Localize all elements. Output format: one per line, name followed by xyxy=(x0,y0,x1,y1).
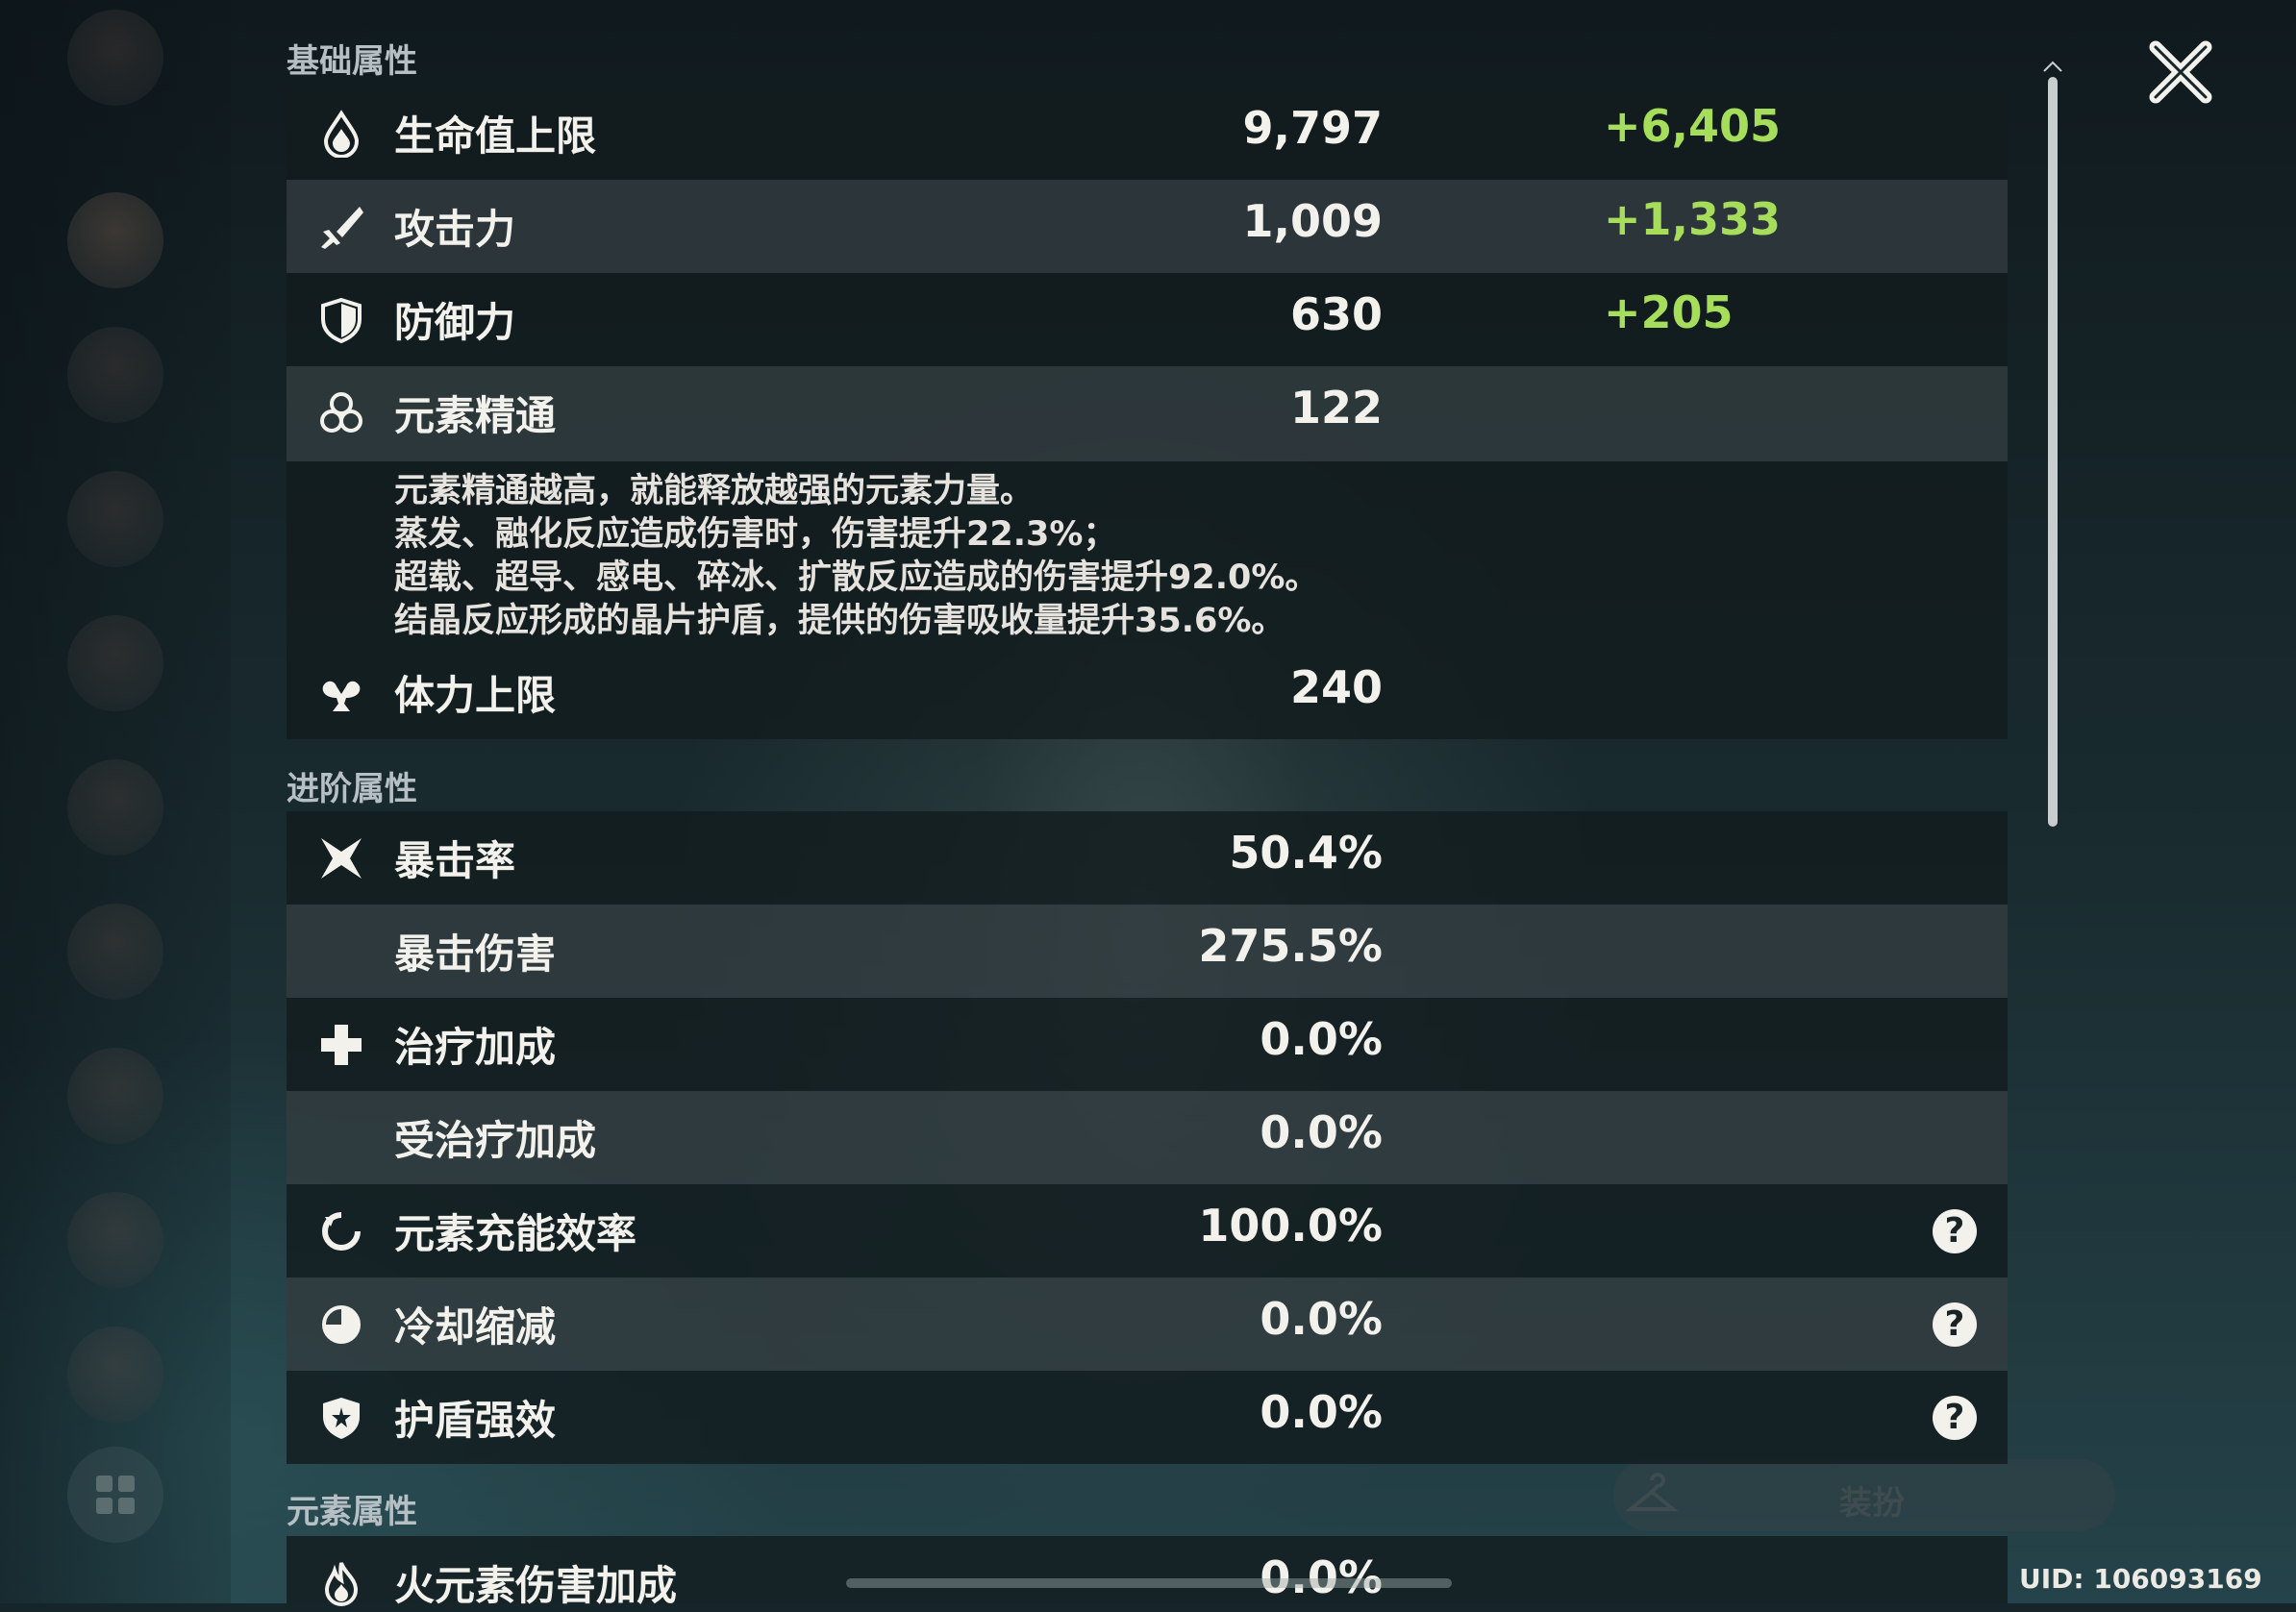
stat-label: 治疗加成 xyxy=(394,1024,557,1071)
description-line: 超载、超导、感电、碎冰、扩散反应造成的伤害提升92.0%。 xyxy=(394,558,1319,597)
sidebar-logo xyxy=(67,10,163,106)
close-button[interactable] xyxy=(2142,34,2219,111)
section-title-basic: 基础属性 xyxy=(287,42,417,81)
stat-label: 冷却缩减 xyxy=(394,1303,557,1351)
stat-value: 9,797 xyxy=(1242,102,1383,154)
pyro-flame-icon xyxy=(324,1562,359,1606)
character-avatar[interactable] xyxy=(67,327,163,423)
section-title-advanced: 进阶属性 xyxy=(287,770,417,808)
cooldown-icon xyxy=(322,1305,361,1344)
stat-value: 0.0% xyxy=(1260,1386,1383,1438)
hp-drop-icon xyxy=(323,110,360,158)
description-line: 元素精通越高，就能释放越强的元素力量。 xyxy=(394,472,1035,510)
stat-label: 护盾强效 xyxy=(394,1397,557,1444)
healing-cross-icon xyxy=(321,1025,362,1065)
help-icon[interactable]: ? xyxy=(1933,1302,1977,1347)
description-line: 结晶反应形成的晶片护盾，提供的伤害吸收量提升35.6%。 xyxy=(394,602,1285,640)
uid-label: UID: 106093169 xyxy=(2019,1563,2262,1595)
stat-label: 受治疗加成 xyxy=(394,1117,597,1164)
stat-value: 275.5% xyxy=(1198,920,1383,972)
outfit-button[interactable]: 装扮 xyxy=(1613,1459,2115,1531)
grid-menu-button[interactable] xyxy=(67,1447,163,1543)
crit-star-icon xyxy=(321,838,362,879)
shield-icon xyxy=(321,297,362,344)
stat-value: 100.0% xyxy=(1198,1200,1383,1252)
stat-label: 体力上限 xyxy=(394,672,557,719)
stat-row-energy-recharge[interactable]: 元素充能效率 100.0% ? xyxy=(287,1184,2008,1277)
description-line: 蒸发、融化反应造成伤害时，伤害提升22.3%； xyxy=(394,515,1117,554)
character-avatar[interactable] xyxy=(67,1192,163,1288)
stat-row-crit-rate[interactable]: 暴击率 50.4% xyxy=(287,811,2008,905)
stat-row-def[interactable]: 防御力 630 +205 xyxy=(287,273,2008,366)
stat-value: 50.4% xyxy=(1229,827,1383,879)
character-avatar[interactable] xyxy=(67,759,163,856)
stat-bonus: +205 xyxy=(1604,286,1734,338)
section-title-elemental: 元素属性 xyxy=(287,1493,417,1531)
stat-row-stamina[interactable]: 体力上限 240 xyxy=(287,646,2008,739)
stat-row-incoming-healing[interactable]: 受治疗加成 0.0% xyxy=(287,1091,2008,1184)
sword-icon xyxy=(321,207,363,249)
stat-value: 630 xyxy=(1289,288,1383,340)
stat-label: 暴击伤害 xyxy=(394,930,557,978)
stat-row-pyro-dmg[interactable]: 火元素伤害加成 0.0% xyxy=(287,1536,2008,1609)
shield-strength-icon xyxy=(323,1398,360,1439)
character-avatar[interactable] xyxy=(67,1048,163,1144)
stat-label: 生命值上限 xyxy=(394,112,597,160)
character-list-sidebar xyxy=(0,0,231,1603)
stat-row-cd-reduction[interactable]: 冷却缩减 0.0% ? xyxy=(287,1277,2008,1371)
stat-value: 0.0% xyxy=(1260,1106,1383,1158)
stat-value: 1,009 xyxy=(1242,195,1383,247)
elemental-mastery-icon xyxy=(320,392,362,433)
stat-row-hp[interactable]: 生命值上限 9,797 +6,405 xyxy=(287,87,2008,180)
elemental-mastery-description: 元素精通越高，就能释放越强的元素力量。 蒸发、融化反应造成伤害时，伤害提升22.… xyxy=(287,461,2008,646)
stat-label: 元素精通 xyxy=(394,392,557,439)
outfit-button-label: 装扮 xyxy=(1839,1484,1905,1523)
character-avatar[interactable] xyxy=(67,904,163,1000)
energy-recharge-icon xyxy=(322,1212,361,1251)
stat-row-em[interactable]: 元素精通 122 xyxy=(287,366,2008,461)
stat-value: 0.0% xyxy=(1260,1551,1383,1603)
grid-icon xyxy=(96,1476,135,1514)
help-icon[interactable]: ? xyxy=(1933,1396,1977,1440)
stat-value: 240 xyxy=(1289,661,1383,713)
stat-label: 防御力 xyxy=(394,299,516,346)
hanger-icon xyxy=(1625,1473,1679,1511)
character-avatar[interactable] xyxy=(67,1327,163,1423)
scroll-up-arrow-icon[interactable] xyxy=(2042,60,2063,73)
stat-row-atk[interactable]: 攻击力 1,009 +1,333 xyxy=(287,180,2008,273)
stat-label: 暴击率 xyxy=(394,837,516,884)
stat-label: 攻击力 xyxy=(394,206,516,253)
character-avatar[interactable] xyxy=(67,192,163,288)
stamina-icon xyxy=(322,681,361,711)
stat-value: 122 xyxy=(1289,382,1383,434)
stat-value: 0.0% xyxy=(1260,1013,1383,1065)
horizontal-scroll-indicator[interactable] xyxy=(846,1578,1452,1588)
stat-bonus: +6,405 xyxy=(1604,100,1782,152)
character-avatar[interactable] xyxy=(67,471,163,567)
character-avatar[interactable] xyxy=(67,615,163,711)
stat-bonus: +1,333 xyxy=(1604,193,1782,245)
stat-row-healing[interactable]: 治疗加成 0.0% xyxy=(287,998,2008,1091)
stat-label: 元素充能效率 xyxy=(394,1210,637,1257)
stat-value: 0.0% xyxy=(1260,1293,1383,1345)
scrollbar-thumb[interactable] xyxy=(2048,77,2058,827)
help-icon[interactable]: ? xyxy=(1933,1209,1977,1253)
stat-row-crit-dmg[interactable]: 暴击伤害 275.5% xyxy=(287,905,2008,998)
stat-row-shield-strength[interactable]: 护盾强效 0.0% ? xyxy=(287,1371,2008,1464)
